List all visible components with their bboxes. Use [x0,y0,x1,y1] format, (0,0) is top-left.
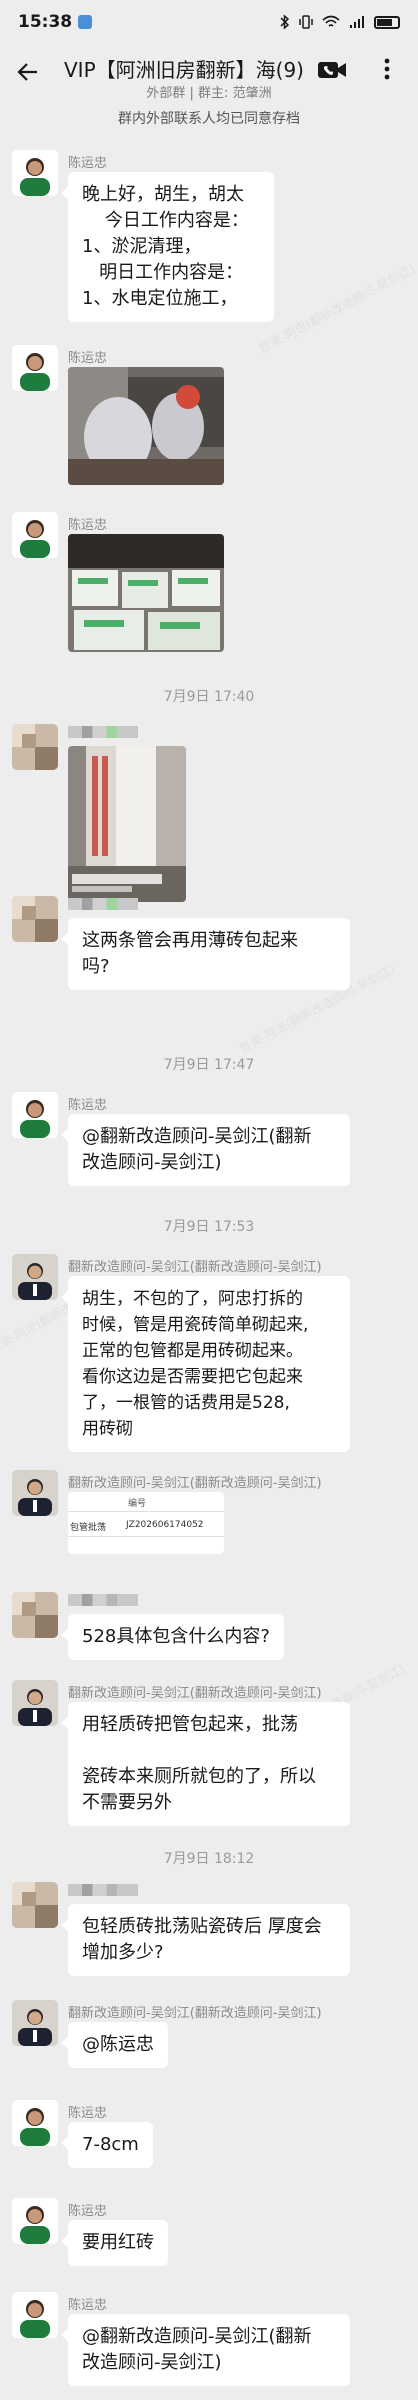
signal-icon [350,16,364,28]
sender-name-redacted [68,898,138,910]
message-line: 这两条管会再用薄砖包起来 [82,930,298,951]
timestamp: 7月9日 18:12 [163,1851,255,1867]
timestamp: 7月9日 17:47 [163,1057,255,1073]
message-line [82,1738,336,1764]
tiles-photo[interactable] [68,534,224,652]
chat-subtitle: 外部群 | 群主: 范肇洲 [146,86,272,101]
message-bubble[interactable]: 这两条管会再用薄砖包起来 吗? [61,918,350,990]
sender-name: 陈运忠 [68,156,108,171]
wifi-icon [322,15,340,27]
message-line: 528具体包含什么内容? [82,1626,270,1647]
message-line: 正常的包管都是用砖砌起来。 [82,1341,303,1361]
message-line: @翻新改造顾问-吴剑江(翻新 [82,2326,312,2347]
avatar[interactable] [12,896,58,942]
message-bubble[interactable]: 7-8cm [61,2122,153,2168]
avatar[interactable] [12,345,58,391]
message-line: 要用红砖 [82,2232,154,2253]
app-notification-icon [78,15,93,29]
avatar[interactable] [12,512,58,558]
status-time: 15:38 [18,12,73,32]
message-bubble[interactable]: 528具体包含什么内容? [61,1614,284,1660]
document-left-text: 包管批荡 [70,1523,107,1533]
message-bubble[interactable]: 用轻质砖把管包起来，批荡 瓷砖本来厕所就包的了，所以 不需要另外 [61,1702,350,1826]
avatar[interactable] [12,150,58,196]
avatar[interactable] [12,1092,58,1138]
message-line: 7-8cm [82,2134,139,2155]
message-bubble[interactable]: 晚上好，胡生，胡太 今日工作内容是： 1、淤泥清理， 明日工作内容是： 1、水电… [61,172,274,322]
sender-name: 陈运忠 [68,2204,108,2219]
message-line: 晚上好，胡生，胡太 [82,184,244,205]
sender-name-redacted [68,1594,138,1606]
sender-name: 陈运忠 [68,2298,108,2313]
message-line: 胡生，不包的了，阿忠打拆的 [82,1289,303,1309]
battery-icon [374,15,400,29]
video-call-icon[interactable] [316,56,348,84]
sender-name: 陈运忠 [68,518,108,533]
construction-photo[interactable] [68,367,224,485]
sender-name-redacted [68,726,138,738]
sender-name: 陈运忠 [68,351,108,366]
sender-name: 翻新改造顾问-吴剑江(翻新改造顾问-吴剑江) [68,1476,322,1491]
chat-header: VIP【阿洲旧房翻新】海(9) 外部群 | 群主: 范肇洲 群内外部联系人均已同… [0,44,418,136]
message-line: 明日工作内容是： [82,262,244,283]
vibrate-icon [299,15,313,29]
avatar[interactable] [12,724,58,770]
sender-name-redacted [68,1884,138,1896]
watermark: 贺荣-阿忠(翻新改造顾问-吴剑江) [257,261,418,356]
document-thumbnail[interactable]: 编号 包管批荡 JZ202606174052 [68,1492,224,1554]
message-bubble[interactable]: 胡生，不包的了，阿忠打拆的 时候，管是用瓷砖简单砌起来, 正常的包管都是用砖砌起… [61,1276,350,1452]
status-icons [280,14,400,30]
status-bar: 15:38 [0,0,418,44]
avatar[interactable] [12,2000,58,2046]
message-line: 1、水电定位施工， [82,288,238,309]
timestamp: 7月9日 17:53 [163,1219,255,1235]
message-line: 改造顾问-吴剑江) [82,2352,222,2373]
avatar[interactable] [12,1882,58,1928]
message-line: 时候，管是用瓷砖简单砌起来, [82,1315,309,1335]
message-line: 1、淤泥清理， [82,236,202,257]
bluetooth-icon [280,14,290,30]
chat-title[interactable]: VIP【阿洲旧房翻新】海(9) [64,54,334,83]
sender-name: 翻新改造顾问-吴剑江(翻新改造顾问-吴剑江) [68,1686,322,1701]
message-line: @陈运忠 [82,2034,154,2055]
message-bubble[interactable]: 要用红砖 [61,2220,168,2266]
pipes-photo[interactable] [68,746,186,902]
message-bubble[interactable]: @翻新改造顾问-吴剑江(翻新 改造顾问-吴剑江) [61,2314,350,2386]
avatar[interactable] [12,1254,58,1300]
message-bubble[interactable]: @陈运忠 [61,2022,168,2068]
sender-name: 陈运忠 [68,2106,108,2121]
avatar[interactable] [12,2292,58,2338]
message-line: 不需要另外 [82,1792,172,1813]
avatar[interactable] [12,1592,58,1638]
message-line: 增加多少? [82,1942,164,1963]
message-line: 看你这边是否需要把它包起来 [82,1367,303,1387]
message-bubble[interactable]: 包轻质砖批荡贴瓷砖后 厚度会 增加多少? [61,1904,350,1976]
message-line: 了，一根管的话费用是528, [82,1393,290,1413]
sender-name: 陈运忠 [68,1098,108,1113]
avatar[interactable] [12,2100,58,2146]
archive-notice: 群内外部联系人均已同意存档 [118,111,300,127]
message-line: 瓷砖本来厕所就包的了，所以 [82,1766,316,1787]
document-header: 编号 [68,1492,224,1512]
message-line: 改造顾问-吴剑江) [82,1152,222,1173]
avatar[interactable] [12,1470,58,1516]
message-bubble[interactable]: @翻新改造顾问-吴剑江(翻新 改造顾问-吴剑江) [61,1114,350,1186]
document-code: JZ202606174052 [126,1520,204,1530]
sender-name: 翻新改造顾问-吴剑江(翻新改造顾问-吴剑江) [68,1260,322,1275]
sender-name: 翻新改造顾问-吴剑江(翻新改造顾问-吴剑江) [68,2006,322,2021]
avatar[interactable] [12,2198,58,2244]
more-options-icon[interactable] [372,54,402,84]
timestamp: 7月9日 17:40 [163,689,255,705]
message-line: 吗? [82,956,110,977]
message-line: 今日工作内容是： [82,210,249,231]
message-line: @翻新改造顾问-吴剑江(翻新 [82,1126,312,1147]
avatar[interactable] [12,1680,58,1726]
message-line: 用砖砌 [82,1419,133,1439]
message-line: 用轻质砖把管包起来，批荡 [82,1714,298,1735]
message-line: 包轻质砖批荡贴瓷砖后 厚度会 [82,1916,322,1937]
